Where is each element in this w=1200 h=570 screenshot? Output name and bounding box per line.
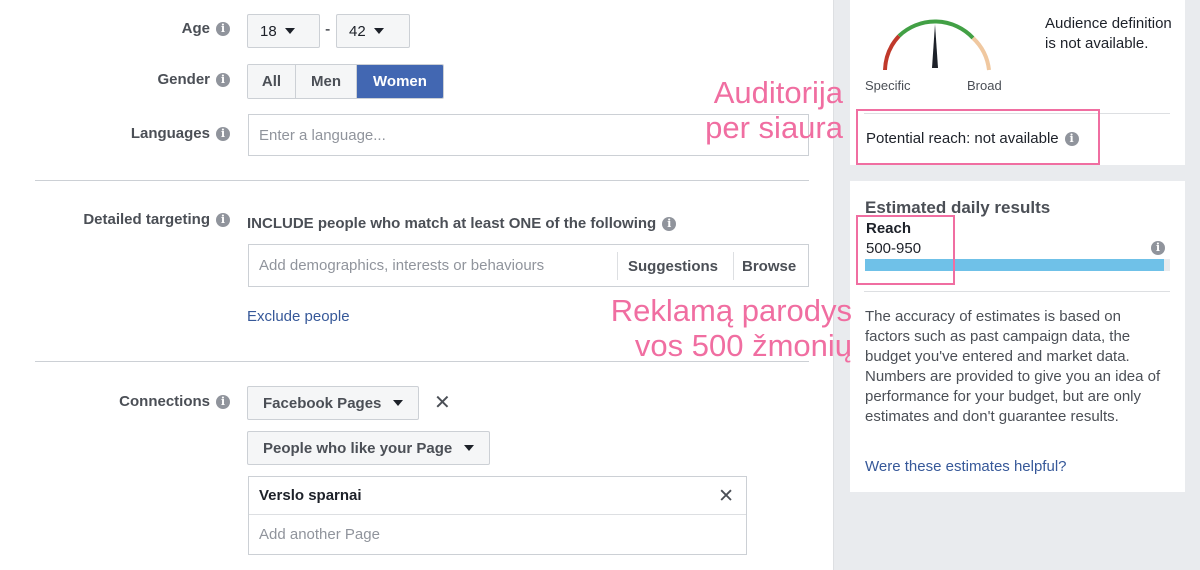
caret-down-icon (393, 400, 404, 406)
info-icon[interactable]: i (216, 395, 230, 409)
info-icon[interactable]: i (1151, 241, 1165, 255)
connection-type-select[interactable]: Facebook Pages (247, 386, 420, 420)
info-icon[interactable]: i (216, 127, 230, 141)
detailed-targeting-placeholder: Add demographics, interests or behaviour… (259, 257, 545, 274)
audience-annotation-line2: per siaura (705, 110, 843, 145)
remove-page-icon[interactable]: ✕ (718, 485, 734, 508)
gender-label: Gender (157, 71, 210, 88)
gauge-segment-defined (897, 19, 975, 40)
divider (35, 180, 809, 181)
exclude-people-link[interactable]: Exclude people (247, 308, 350, 325)
info-icon[interactable]: i (216, 213, 230, 227)
info-icon[interactable]: i (662, 217, 677, 231)
audience-gauge-icon (883, 19, 991, 71)
suggestions-button[interactable]: Suggestions (617, 252, 718, 280)
detailed-targeting-label: Detailed targeting (83, 211, 210, 228)
gender-option-men[interactable]: Men (296, 65, 357, 98)
gender-option-women[interactable]: Women (357, 65, 443, 98)
caret-down-icon (464, 445, 475, 451)
connections-label-row: Connections i (119, 393, 230, 410)
gauge-broad-label: Broad (967, 78, 1002, 93)
include-text: INCLUDE people who match at least ONE of… (247, 215, 657, 232)
caret-down-icon (373, 28, 384, 34)
reach-annotation-line2: vos 500 žmonių (634, 328, 852, 363)
languages-label: Languages (130, 125, 210, 142)
age-separator: - (325, 21, 331, 38)
age-min-value: 18 (260, 22, 277, 40)
reach-annotation: Reklamą parodys vos 500 žmonių (580, 293, 852, 363)
info-icon[interactable]: i (216, 22, 230, 36)
gender-option-all[interactable]: All (248, 65, 296, 98)
info-icon[interactable]: i (216, 73, 230, 87)
age-label-row: Age i (182, 20, 230, 37)
accuracy-text: The accuracy of estimates is based on fa… (865, 308, 1161, 425)
selected-page-row: Verslo sparnai ✕ (249, 477, 746, 515)
gauge-specific-label: Specific (865, 78, 911, 93)
age-max-value: 42 (349, 22, 366, 40)
gender-label-row: Gender i (157, 71, 230, 88)
age-label: Age (181, 20, 210, 37)
include-description: INCLUDE people who match at least ONE of… (247, 215, 677, 232)
audience-definition-text: Audience definition is not available. (1045, 15, 1172, 52)
detailed-targeting-label-row: Detailed targeting i (83, 211, 230, 228)
connections-label: Connections (119, 393, 210, 410)
selected-page-name: Verslo sparnai (259, 487, 362, 504)
highlight-reach (856, 215, 955, 285)
add-page-placeholder: Add another Page (259, 526, 380, 543)
gauge-segment-specific (883, 34, 901, 71)
detailed-targeting-input[interactable]: Add demographics, interests or behaviour… (248, 244, 809, 287)
connection-type-value: Facebook Pages (263, 394, 382, 412)
divider (864, 291, 1170, 292)
gauge-segment-broad (971, 36, 991, 71)
age-min-select[interactable]: 18 (247, 14, 320, 48)
estimates-helpful-link[interactable]: Were these estimates helpful? (865, 458, 1067, 475)
highlight-potential-reach (856, 109, 1100, 165)
gender-segmented-control: All Men Women (247, 64, 444, 99)
audience-annotation: Auditorija per siaura (680, 75, 843, 145)
age-max-select[interactable]: 42 (336, 14, 410, 48)
connection-condition-value: People who like your Page (263, 439, 453, 457)
browse-button[interactable]: Browse (733, 252, 796, 280)
audience-annotation-line1: Auditorija (713, 75, 843, 110)
reach-annotation-line1: Reklamą parodys (610, 293, 852, 328)
gauge-needle (932, 24, 938, 68)
pages-input[interactable]: Verslo sparnai ✕ Add another Page (248, 476, 747, 555)
caret-down-icon (284, 28, 295, 34)
remove-connection-icon[interactable]: ✕ (434, 393, 451, 413)
languages-label-row: Languages i (131, 125, 230, 142)
connection-condition-select[interactable]: People who like your Page (247, 431, 491, 465)
